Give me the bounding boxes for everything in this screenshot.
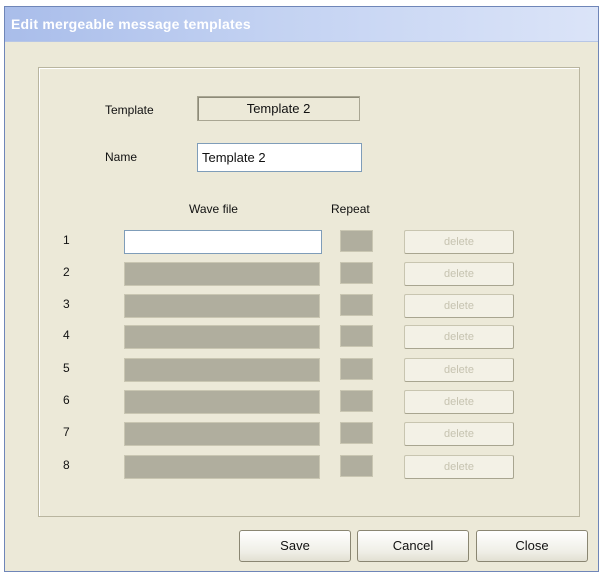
window-title: Edit mergeable message templates [11,16,251,32]
delete-button-4[interactable]: delete [404,325,514,349]
wave-file-field-5 [124,358,320,382]
row-number: 8 [63,458,70,472]
title-bar[interactable]: Edit mergeable message templates [5,7,598,42]
wave-file-field-3 [124,294,320,318]
wave-file-field-6 [124,390,320,414]
repeat-field-1 [340,230,373,252]
save-button[interactable]: Save [239,530,351,562]
name-label: Name [105,150,138,164]
template-label: Template [105,103,154,117]
row-number: 4 [63,328,70,342]
repeat-field-4 [340,325,373,347]
repeat-field-8 [340,455,373,477]
edit-templates-dialog: Edit mergeable message templates [4,6,599,572]
close-button[interactable]: Close [476,530,588,562]
repeat-field-2 [340,262,373,284]
content-panel [38,67,580,517]
wave-file-field-7 [124,422,320,446]
name-input[interactable] [197,143,362,172]
delete-button-1[interactable]: delete [404,230,514,254]
row-number: 1 [63,233,70,247]
row-number: 6 [63,393,70,407]
repeat-field-7 [340,422,373,444]
repeat-header: Repeat [331,202,370,216]
template-value-field: Template 2 [197,96,360,121]
wave-file-input-1[interactable] [124,230,322,254]
wave-file-field-2 [124,262,320,286]
delete-button-3[interactable]: delete [404,294,514,318]
wave-file-field-4 [124,325,320,349]
delete-button-7[interactable]: delete [404,422,514,446]
repeat-field-3 [340,294,373,316]
repeat-field-5 [340,358,373,380]
repeat-field-6 [340,390,373,412]
delete-button-8[interactable]: delete [404,455,514,479]
delete-button-2[interactable]: delete [404,262,514,286]
row-number: 5 [63,361,70,375]
row-number: 3 [63,297,70,311]
wave-file-header: Wave file [189,202,238,216]
cancel-button[interactable]: Cancel [357,530,469,562]
delete-button-5[interactable]: delete [404,358,514,382]
row-number: 7 [63,425,70,439]
row-number: 2 [63,265,70,279]
delete-button-6[interactable]: delete [404,390,514,414]
wave-file-field-8 [124,455,320,479]
